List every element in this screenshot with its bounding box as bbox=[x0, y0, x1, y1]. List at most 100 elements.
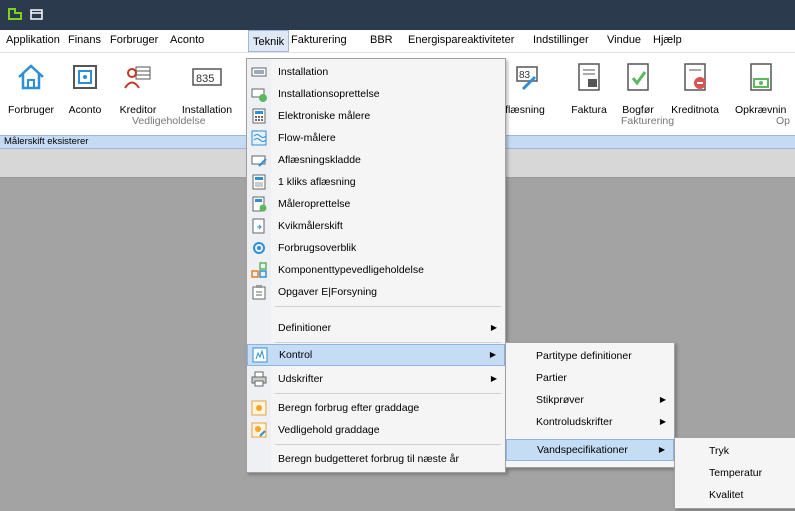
svg-text:835: 835 bbox=[196, 73, 214, 85]
teknik-item-beregn-forbrug-graddage[interactable]: Beregn forbrug efter graddage bbox=[247, 397, 505, 419]
teknik-item-maaleroprettelse[interactable]: Måleroprettelse bbox=[247, 193, 505, 215]
invoice-icon bbox=[578, 63, 600, 91]
submenu-arrow-icon: ▶ bbox=[490, 323, 497, 332]
menu-separator bbox=[275, 306, 501, 307]
teknik-item-kontrol[interactable]: Kontrol ▶ bbox=[247, 344, 505, 366]
kontrol-item-partitype-definitioner[interactable]: Partitype definitioner bbox=[506, 345, 674, 367]
ribbon-opkraevning-button[interactable]: Opkrævnin bbox=[735, 61, 795, 116]
teknik-item-label: Måleroprettelse bbox=[278, 198, 351, 210]
ribbon-bogfoer-button[interactable]: Bogfør bbox=[616, 61, 660, 116]
ribbon-kreditnota-button[interactable]: Kreditnota bbox=[666, 61, 724, 116]
teknik-item-label: Installationsoprettelse bbox=[278, 88, 380, 100]
title-bar bbox=[0, 0, 795, 30]
menu-vindue[interactable]: Vindue bbox=[607, 34, 641, 46]
teknik-item-label: Beregn budgetteret forbrug til næste år bbox=[278, 453, 459, 465]
teknik-item-label: Elektroniske målere bbox=[278, 110, 371, 122]
teknik-item-komponenttypevedligeholdelse[interactable]: Komponenttypevedligeholdelse bbox=[247, 259, 505, 281]
vandspecifikationer-submenu: Tryk Temperatur Kvalitet bbox=[674, 437, 795, 509]
teknik-item-label: Installation bbox=[278, 66, 329, 78]
menu-bbr[interactable]: BBR bbox=[370, 34, 393, 46]
teknik-item-label: Forbrugsoverblik bbox=[278, 242, 357, 254]
vand-item-label: Kvalitet bbox=[709, 489, 744, 501]
ribbon-kreditor-button[interactable]: Kreditor bbox=[113, 61, 163, 116]
ribbon-faktura-button[interactable]: Faktura bbox=[565, 61, 613, 116]
vand-item-kvalitet[interactable]: Kvalitet bbox=[675, 484, 795, 506]
menu-applikation[interactable]: Applikation bbox=[6, 34, 60, 46]
submenu-arrow-icon: ▶ bbox=[489, 350, 496, 359]
ribbon-aconto-button[interactable]: Aconto bbox=[60, 61, 110, 116]
teknik-item-udskrifter[interactable]: Udskrifter ▶ bbox=[247, 368, 505, 390]
submenu-arrow-icon: ▶ bbox=[659, 417, 666, 426]
teknik-item-1-kliks-aflaesning[interactable]: 1 kliks aflæsning bbox=[247, 171, 505, 193]
meter-display-icon: 835 bbox=[192, 68, 222, 86]
teknik-item-installationsoprettelse[interactable]: Installationsoprettelse bbox=[247, 83, 505, 105]
teknik-item-label: Definitioner bbox=[278, 322, 332, 334]
quick-swap-icon bbox=[252, 218, 265, 234]
menu-finans[interactable]: Finans bbox=[68, 34, 101, 46]
teknik-item-label: 1 kliks aflæsning bbox=[278, 176, 356, 188]
meter-create-icon bbox=[252, 196, 267, 212]
vand-item-tryk[interactable]: Tryk bbox=[675, 440, 795, 462]
ribbon-aflaesning-label: flæsning bbox=[505, 104, 545, 116]
vand-item-temperatur[interactable]: Temperatur bbox=[675, 462, 795, 484]
ribbon-installation-button[interactable]: 835 Installation bbox=[176, 61, 238, 116]
teknik-item-kvikmaalerskift[interactable]: Kvikmålerskift bbox=[247, 215, 505, 237]
meter-icon bbox=[251, 67, 267, 77]
teknik-menu: Installation Installationsoprettelse Ele… bbox=[246, 58, 506, 473]
teknik-item-aflaesningskladde[interactable]: Aflæsningskladde bbox=[247, 149, 505, 171]
ribbon-aflaesning-button[interactable]: 83 flæsning bbox=[498, 61, 552, 116]
control-icon bbox=[252, 347, 268, 363]
menu-aconto[interactable]: Aconto bbox=[170, 34, 204, 46]
menu-fakturering[interactable]: Fakturering bbox=[291, 34, 347, 46]
kontrol-item-stikproever[interactable]: Stikprøver ▶ bbox=[506, 389, 674, 411]
ribbon-kreditnota-label: Kreditnota bbox=[671, 104, 719, 116]
menu-energispareaktiviteter[interactable]: Energispareaktiviteter bbox=[408, 34, 514, 46]
teknik-item-beregn-budgetteret-forbrug[interactable]: Beregn budgetteret forbrug til næste år bbox=[247, 448, 505, 470]
svg-text:83: 83 bbox=[519, 70, 531, 81]
teknik-item-vedligehold-graddage[interactable]: Vedligehold graddage bbox=[247, 419, 505, 441]
teknik-item-label: Opgaver E|Forsyning bbox=[278, 286, 378, 298]
menu-bar: Applikation Finans Forbruger Aconto Tekn… bbox=[0, 30, 795, 53]
kontrol-submenu: Partitype definitioner Partier Stikprøve… bbox=[505, 342, 675, 468]
teknik-item-label: Flow-målere bbox=[278, 132, 336, 144]
kontrol-item-partier[interactable]: Partier bbox=[506, 367, 674, 389]
teknik-item-opgaver-eforsyning[interactable]: Opgaver E|Forsyning bbox=[247, 281, 505, 303]
ribbon-forbruger-label: Forbruger bbox=[7, 104, 55, 116]
teknik-item-label: Vedligehold graddage bbox=[278, 424, 380, 436]
menu-teknik[interactable]: Teknik bbox=[248, 30, 290, 52]
components-icon bbox=[251, 262, 267, 278]
window-restore-icon[interactable] bbox=[30, 7, 44, 21]
ribbon-forbruger-button[interactable]: Forbruger bbox=[4, 61, 58, 116]
ribbon-aconto-label: Aconto bbox=[68, 104, 102, 116]
teknik-item-elektroniske-maalere[interactable]: Elektroniske målere bbox=[247, 105, 505, 127]
menu-forbruger[interactable]: Forbruger bbox=[110, 34, 158, 46]
menu-separator bbox=[275, 444, 501, 445]
ribbon-group-vedligeholdelse: Vedligeholdelse bbox=[132, 115, 206, 127]
teknik-item-definitioner[interactable]: Definitioner ▶ bbox=[247, 317, 505, 339]
kontrol-item-vandspecifikationer[interactable]: Vandspecifikationer ▶ bbox=[506, 439, 674, 461]
kontrol-item-label: Kontroludskrifter bbox=[536, 416, 613, 428]
submenu-arrow-icon: ▶ bbox=[658, 445, 665, 454]
sun-edit-icon bbox=[251, 422, 267, 438]
teknik-item-label: Beregn forbrug efter graddage bbox=[278, 402, 420, 414]
kontrol-item-label: Partitype definitioner bbox=[536, 350, 632, 362]
app-logo-icon bbox=[8, 8, 22, 20]
menu-separator bbox=[275, 393, 501, 394]
creditor-icon bbox=[124, 66, 151, 89]
post-icon bbox=[627, 63, 649, 91]
kontrol-item-label: Stikprøver bbox=[536, 394, 584, 406]
meter-reading-icon: 83 bbox=[516, 66, 538, 91]
teknik-item-label: Udskrifter bbox=[278, 373, 323, 385]
menu-separator bbox=[275, 342, 501, 343]
kontrol-item-kontroludskrifter[interactable]: Kontroludskrifter ▶ bbox=[506, 411, 674, 433]
vand-item-label: Tryk bbox=[709, 445, 730, 457]
ribbon-group-fakturering: Fakturering bbox=[621, 115, 675, 127]
menu-hjaelp[interactable]: Hjælp bbox=[653, 34, 682, 46]
teknik-item-installation[interactable]: Installation bbox=[247, 61, 505, 83]
teknik-item-flow-maalere[interactable]: Flow-målere bbox=[247, 127, 505, 149]
menu-indstillinger[interactable]: Indstillinger bbox=[533, 34, 589, 46]
teknik-item-label: Komponenttypevedligeholdelse bbox=[278, 264, 424, 276]
tasks-icon bbox=[252, 285, 266, 300]
one-click-icon bbox=[252, 174, 266, 190]
teknik-item-forbrugsoverblik[interactable]: Forbrugsoverblik bbox=[247, 237, 505, 259]
